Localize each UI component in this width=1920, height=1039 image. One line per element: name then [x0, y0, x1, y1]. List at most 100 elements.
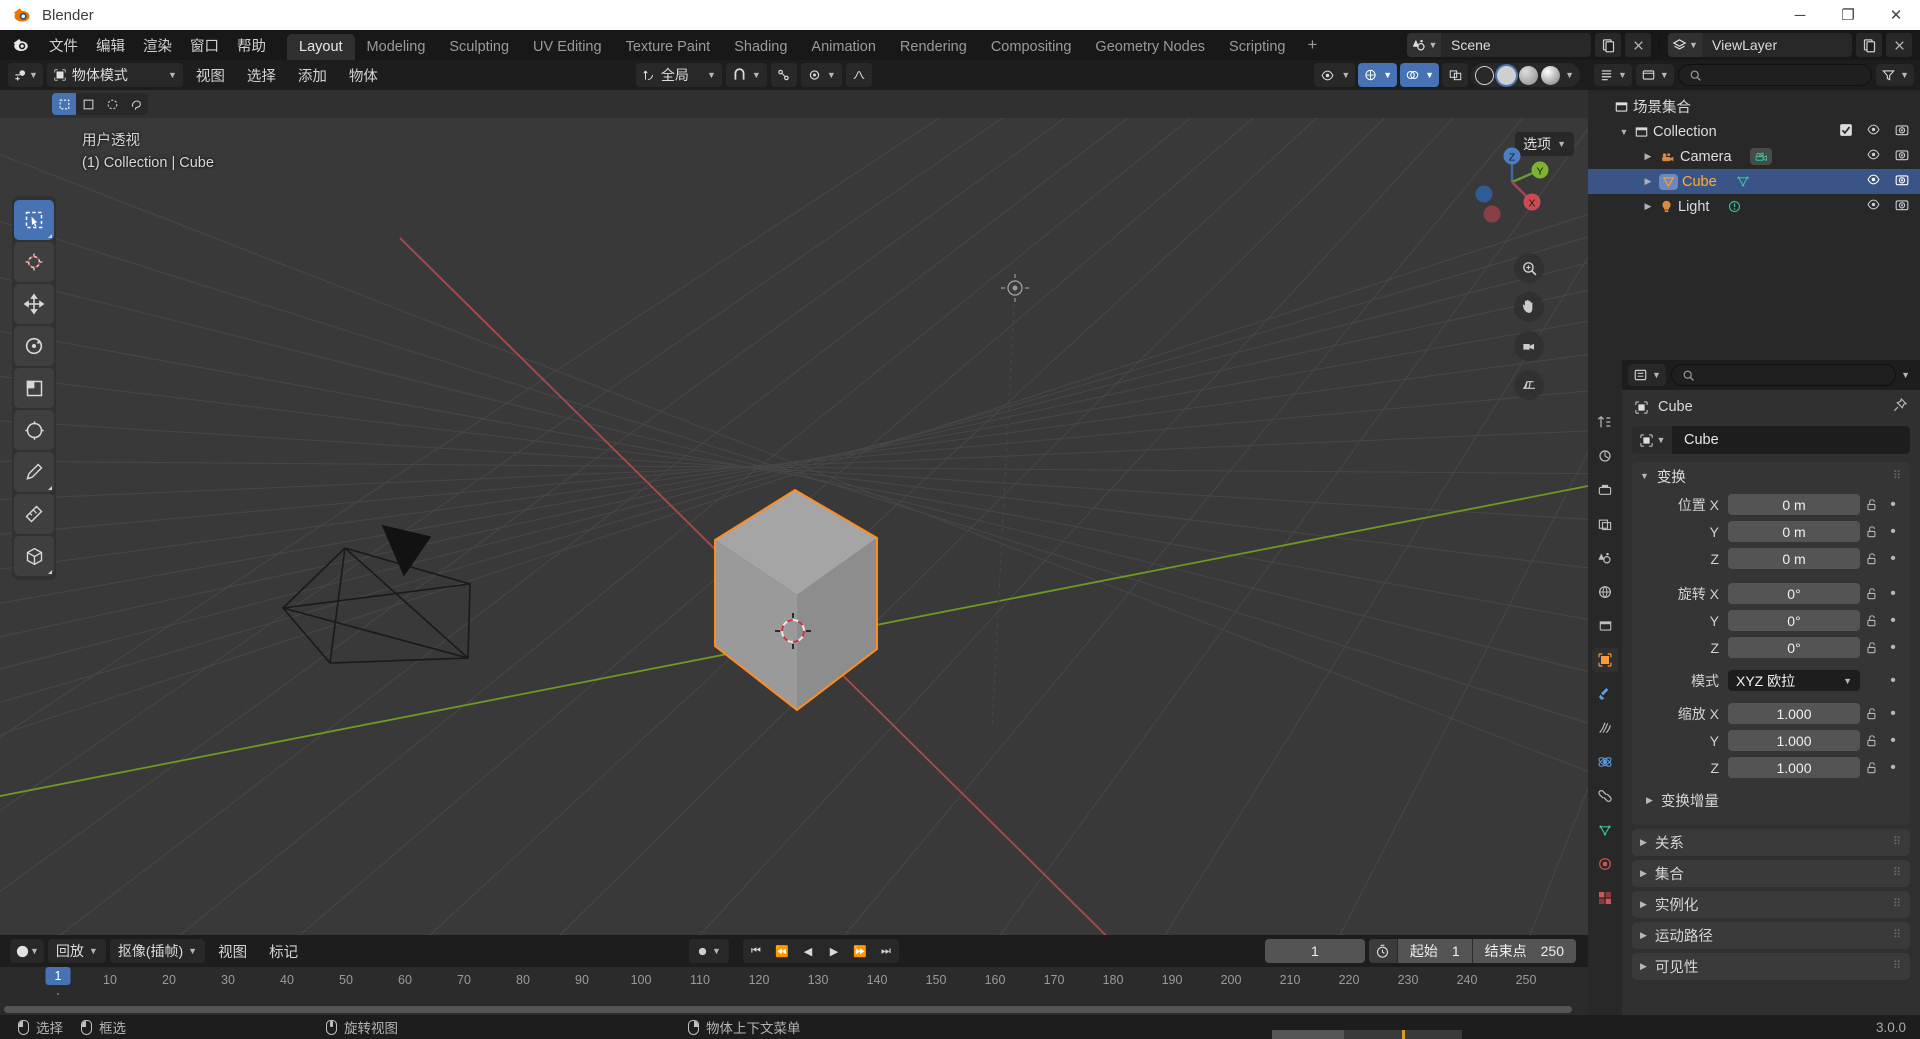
hide-in-viewport-icon[interactable] [1865, 173, 1882, 190]
tool-rotate[interactable] [14, 326, 54, 366]
tab-sculpting[interactable]: Sculpting [437, 34, 521, 60]
viewport-menu-object[interactable]: 物体 [340, 62, 387, 89]
scale-z-animate-dot[interactable]: • [1884, 759, 1902, 777]
tab-compositing[interactable]: Compositing [979, 34, 1084, 60]
rotation-y-field[interactable]: 0° [1728, 610, 1860, 631]
tab-modifier-properties[interactable] [1592, 682, 1618, 706]
rotation-y-lock-icon[interactable] [1860, 614, 1884, 628]
camera-data-icon[interactable] [1749, 148, 1772, 165]
pan-view-button[interactable] [1514, 292, 1544, 322]
tweak-select-button[interactable] [52, 93, 76, 115]
tool-cursor[interactable] [14, 242, 54, 282]
properties-editor-type-button[interactable]: ▼ [1628, 364, 1666, 386]
menu-help[interactable]: 帮助 [228, 32, 275, 59]
object-name-field[interactable]: Cube [1672, 432, 1719, 448]
falloff-curve-button[interactable] [845, 63, 872, 87]
tab-scripting[interactable]: Scripting [1217, 34, 1297, 60]
disable-in-render-icon[interactable] [1894, 173, 1910, 191]
scale-z-field[interactable]: 1.000 [1728, 757, 1860, 778]
tab-world-properties[interactable] [1592, 580, 1618, 604]
collections-panel-header[interactable]: ▶ 集合 ⠿ [1632, 860, 1910, 887]
relations-panel-header[interactable]: ▶ 关系 ⠿ [1632, 829, 1910, 856]
tool-select-box[interactable] [14, 200, 54, 240]
current-frame-field[interactable]: 1 [1264, 939, 1365, 963]
tab-render-properties[interactable] [1592, 444, 1618, 468]
transform-panel-header[interactable]: ▼ 变换 ⠿ [1632, 462, 1910, 490]
blender-menu-icon[interactable] [8, 34, 34, 56]
pin-id-icon[interactable] [1892, 397, 1908, 417]
outliner-search-input[interactable] [1677, 64, 1873, 86]
interaction-mode-dropdown[interactable]: 物体模式 ▼ [46, 63, 183, 87]
tab-scene-properties[interactable] [1592, 546, 1618, 570]
location-y-animate-dot[interactable]: • [1884, 523, 1902, 541]
rotation-y-animate-dot[interactable]: • [1884, 612, 1902, 630]
close-button[interactable]: ✕ [1872, 0, 1920, 30]
disable-in-render-icon[interactable] [1894, 198, 1910, 216]
menu-window[interactable]: 窗口 [181, 32, 228, 59]
play-reverse-button[interactable]: ◀ [795, 939, 821, 963]
frame-start-field[interactable]: 起始 1 [1396, 939, 1472, 963]
instancing-panel-header[interactable]: ▶ 实例化 ⠿ [1632, 891, 1910, 918]
material-preview-button[interactable] [1519, 65, 1539, 85]
collapse-triangle-icon[interactable]: ▼ [1640, 471, 1649, 481]
disable-in-render-icon[interactable] [1894, 148, 1910, 166]
proportional-editing-dropdown[interactable]: ▼ [800, 63, 842, 87]
expand-triangle-icon[interactable]: ▶ [1640, 868, 1647, 879]
menu-render[interactable]: 渲染 [134, 32, 181, 59]
tab-texture-paint[interactable]: Texture Paint [614, 34, 723, 60]
new-viewlayer-button[interactable] [1856, 33, 1882, 57]
tool-move[interactable] [14, 284, 54, 324]
tab-texture-properties[interactable] [1592, 886, 1618, 910]
tab-constraint-properties[interactable] [1592, 784, 1618, 808]
location-z-animate-dot[interactable]: • [1884, 550, 1902, 568]
visibility-dropdown[interactable]: ▼ [1314, 63, 1356, 87]
expand-triangle-icon[interactable]: ▶ [1640, 201, 1656, 212]
expand-triangle-icon[interactable]: ▶ [1640, 961, 1647, 972]
scene-selector[interactable]: ▼ Scene [1407, 33, 1591, 57]
scale-z-lock-icon[interactable] [1860, 761, 1884, 775]
previous-keyframe-button[interactable]: ⏪ [769, 939, 795, 963]
rotation-mode-animate-dot[interactable]: • [1884, 672, 1902, 690]
overlays-dropdown[interactable]: ▼ [1400, 63, 1440, 87]
outliner-row-camera[interactable]: ▶ Camera [1588, 144, 1920, 169]
delta-transform-subpanel-header[interactable]: ▶ 变换增量 [1632, 788, 1910, 813]
viewport-menu-view[interactable]: 视图 [187, 62, 234, 89]
timeline-track-area[interactable] [0, 995, 1588, 1015]
scale-x-animate-dot[interactable]: • [1884, 705, 1902, 723]
use-preview-range-icon[interactable] [1368, 939, 1397, 963]
tab-material-properties[interactable] [1592, 852, 1618, 876]
tool-add-cube[interactable] [14, 536, 54, 576]
object-type-icon[interactable]: ▼ [1632, 426, 1672, 454]
camera-view-button[interactable] [1514, 331, 1544, 361]
tab-animation[interactable]: Animation [799, 34, 887, 60]
properties-search-input[interactable] [1670, 364, 1897, 386]
expand-triangle-icon[interactable]: ▶ [1640, 930, 1647, 941]
delete-scene-button[interactable] [1625, 33, 1651, 57]
tab-geometry-nodes[interactable]: Geometry Nodes [1083, 34, 1217, 60]
xray-toggle[interactable] [1442, 63, 1469, 87]
new-scene-button[interactable] [1595, 33, 1621, 57]
tab-physics-properties[interactable] [1592, 750, 1618, 774]
rotation-x-animate-dot[interactable]: • [1884, 585, 1902, 603]
timeline-editor-type-button[interactable]: ▼ [10, 939, 44, 963]
mesh-data-icon[interactable] [1735, 174, 1751, 189]
expand-triangle-icon[interactable]: ▶ [1646, 795, 1653, 806]
scale-x-lock-icon[interactable] [1860, 707, 1884, 721]
rotation-z-lock-icon[interactable] [1860, 641, 1884, 655]
hide-in-viewport-icon[interactable] [1865, 123, 1882, 140]
tool-transform[interactable] [14, 410, 54, 450]
expand-triangle-icon[interactable]: ▶ [1640, 151, 1656, 162]
tab-output-properties[interactable] [1592, 478, 1618, 502]
tab-tool-properties[interactable] [1592, 410, 1618, 434]
location-x-animate-dot[interactable]: • [1884, 496, 1902, 514]
rotation-z-field[interactable]: 0° [1728, 637, 1860, 658]
rotation-x-lock-icon[interactable] [1860, 587, 1884, 601]
snap-toggle[interactable]: ▼ [725, 63, 767, 87]
snap-target-dropdown[interactable] [770, 63, 797, 87]
playback-dropdown[interactable]: 回放 ▼ [47, 939, 106, 963]
location-y-field[interactable]: 0 m [1728, 521, 1860, 542]
timeline-menu-view[interactable]: 视图 [209, 938, 256, 965]
properties-options-chevron-icon[interactable]: ▼ [1901, 370, 1910, 380]
rendered-shading-button[interactable] [1541, 65, 1561, 85]
tab-modeling[interactable]: Modeling [355, 34, 438, 60]
